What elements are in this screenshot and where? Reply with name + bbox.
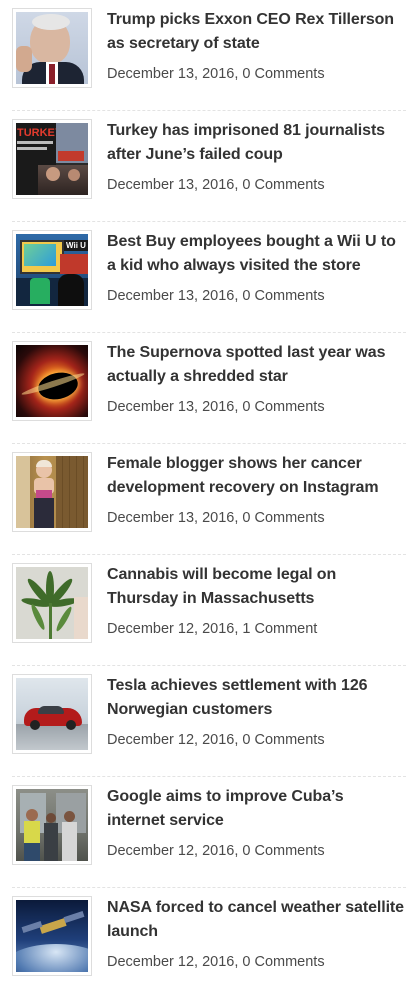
list-item: TURKEY Turkey has imprisoned 81 journali… (0, 111, 406, 222)
article-title[interactable]: Google aims to improve Cuba’s internet s… (107, 785, 404, 833)
list-item: Tesla achieves settlement with 126 Norwe… (0, 666, 406, 777)
article-date: December 12, 2016 (107, 843, 235, 859)
meta-separator: , (234, 843, 239, 859)
article-meta: December 13, 2016, 0 Comments (107, 175, 325, 195)
article-meta: December 12, 2016, 0 Comments (107, 841, 325, 861)
list-item: NASA forced to cancel weather satellite … (0, 888, 406, 999)
article-meta: December 12, 2016, 0 Comments (107, 730, 325, 750)
list-item: The Supernova spotted last year was actu… (0, 333, 406, 444)
article-thumbnail[interactable] (12, 452, 92, 532)
article-title[interactable]: Cannabis will become legal on Thursday i… (107, 563, 404, 611)
article-meta: December 13, 2016, 0 Comments (107, 64, 325, 84)
article-thumbnail[interactable]: Wii U (12, 230, 92, 310)
meta-separator: , (234, 732, 239, 748)
article-title[interactable]: The Supernova spotted last year was actu… (107, 341, 404, 389)
meta-separator: , (234, 510, 239, 526)
article-comments[interactable]: 0 Comments (242, 399, 324, 415)
article-meta: December 12, 2016, 0 Comments (107, 952, 325, 972)
article-date: December 13, 2016 (107, 288, 235, 304)
article-comments[interactable]: 0 Comments (242, 843, 324, 859)
article-thumbnail[interactable] (12, 674, 92, 754)
meta-separator: , (234, 66, 239, 82)
article-comments[interactable]: 1 Comment (242, 621, 317, 637)
article-list: Trump picks Exxon CEO Rex Tillerson as s… (0, 0, 406, 999)
meta-separator: , (234, 177, 239, 193)
article-comments[interactable]: 0 Comments (242, 954, 324, 970)
article-thumbnail[interactable] (12, 785, 92, 865)
meta-separator: , (234, 399, 239, 415)
article-title[interactable]: Female blogger shows her cancer developm… (107, 452, 404, 500)
article-thumbnail[interactable] (12, 563, 92, 643)
wii-u-sign-text: Wii U (64, 240, 88, 251)
article-date: December 13, 2016 (107, 510, 235, 526)
article-meta: December 13, 2016, 0 Comments (107, 286, 325, 306)
article-date: December 13, 2016 (107, 177, 235, 193)
article-thumbnail[interactable] (12, 8, 92, 88)
cannabis-leaf-icon (21, 571, 88, 639)
list-item: Trump picks Exxon CEO Rex Tillerson as s… (0, 0, 406, 111)
article-meta: December 13, 2016, 0 Comments (107, 508, 325, 528)
article-meta: December 12, 2016, 1 Comment (107, 619, 317, 639)
article-comments[interactable]: 0 Comments (242, 732, 324, 748)
article-title[interactable]: Trump picks Exxon CEO Rex Tillerson as s… (107, 8, 404, 56)
article-date: December 12, 2016 (107, 954, 235, 970)
article-title[interactable]: Best Buy employees bought a Wii U to a k… (107, 230, 404, 278)
article-thumbnail[interactable]: TURKEY (12, 119, 92, 199)
article-comments[interactable]: 0 Comments (242, 510, 324, 526)
article-thumbnail[interactable] (12, 341, 92, 421)
list-item: Google aims to improve Cuba’s internet s… (0, 777, 406, 888)
article-meta: December 13, 2016, 0 Comments (107, 397, 325, 417)
meta-separator: , (234, 954, 239, 970)
article-thumbnail[interactable] (12, 896, 92, 976)
meta-separator: , (234, 621, 239, 637)
list-item: Female blogger shows her cancer developm… (0, 444, 406, 555)
article-title[interactable]: Tesla achieves settlement with 126 Norwe… (107, 674, 404, 722)
article-date: December 12, 2016 (107, 621, 235, 637)
article-comments[interactable]: 0 Comments (242, 66, 324, 82)
article-date: December 13, 2016 (107, 399, 235, 415)
article-date: December 13, 2016 (107, 66, 235, 82)
article-comments[interactable]: 0 Comments (242, 177, 324, 193)
article-title[interactable]: Turkey has imprisoned 81 journalists aft… (107, 119, 404, 167)
article-date: December 12, 2016 (107, 732, 235, 748)
article-comments[interactable]: 0 Comments (242, 288, 324, 304)
meta-separator: , (234, 288, 239, 304)
list-item: Cannabis will become legal on Thursday i… (0, 555, 406, 666)
list-item: Wii U Best Buy employees bought a Wii U … (0, 222, 406, 333)
article-title[interactable]: NASA forced to cancel weather satellite … (107, 896, 404, 944)
